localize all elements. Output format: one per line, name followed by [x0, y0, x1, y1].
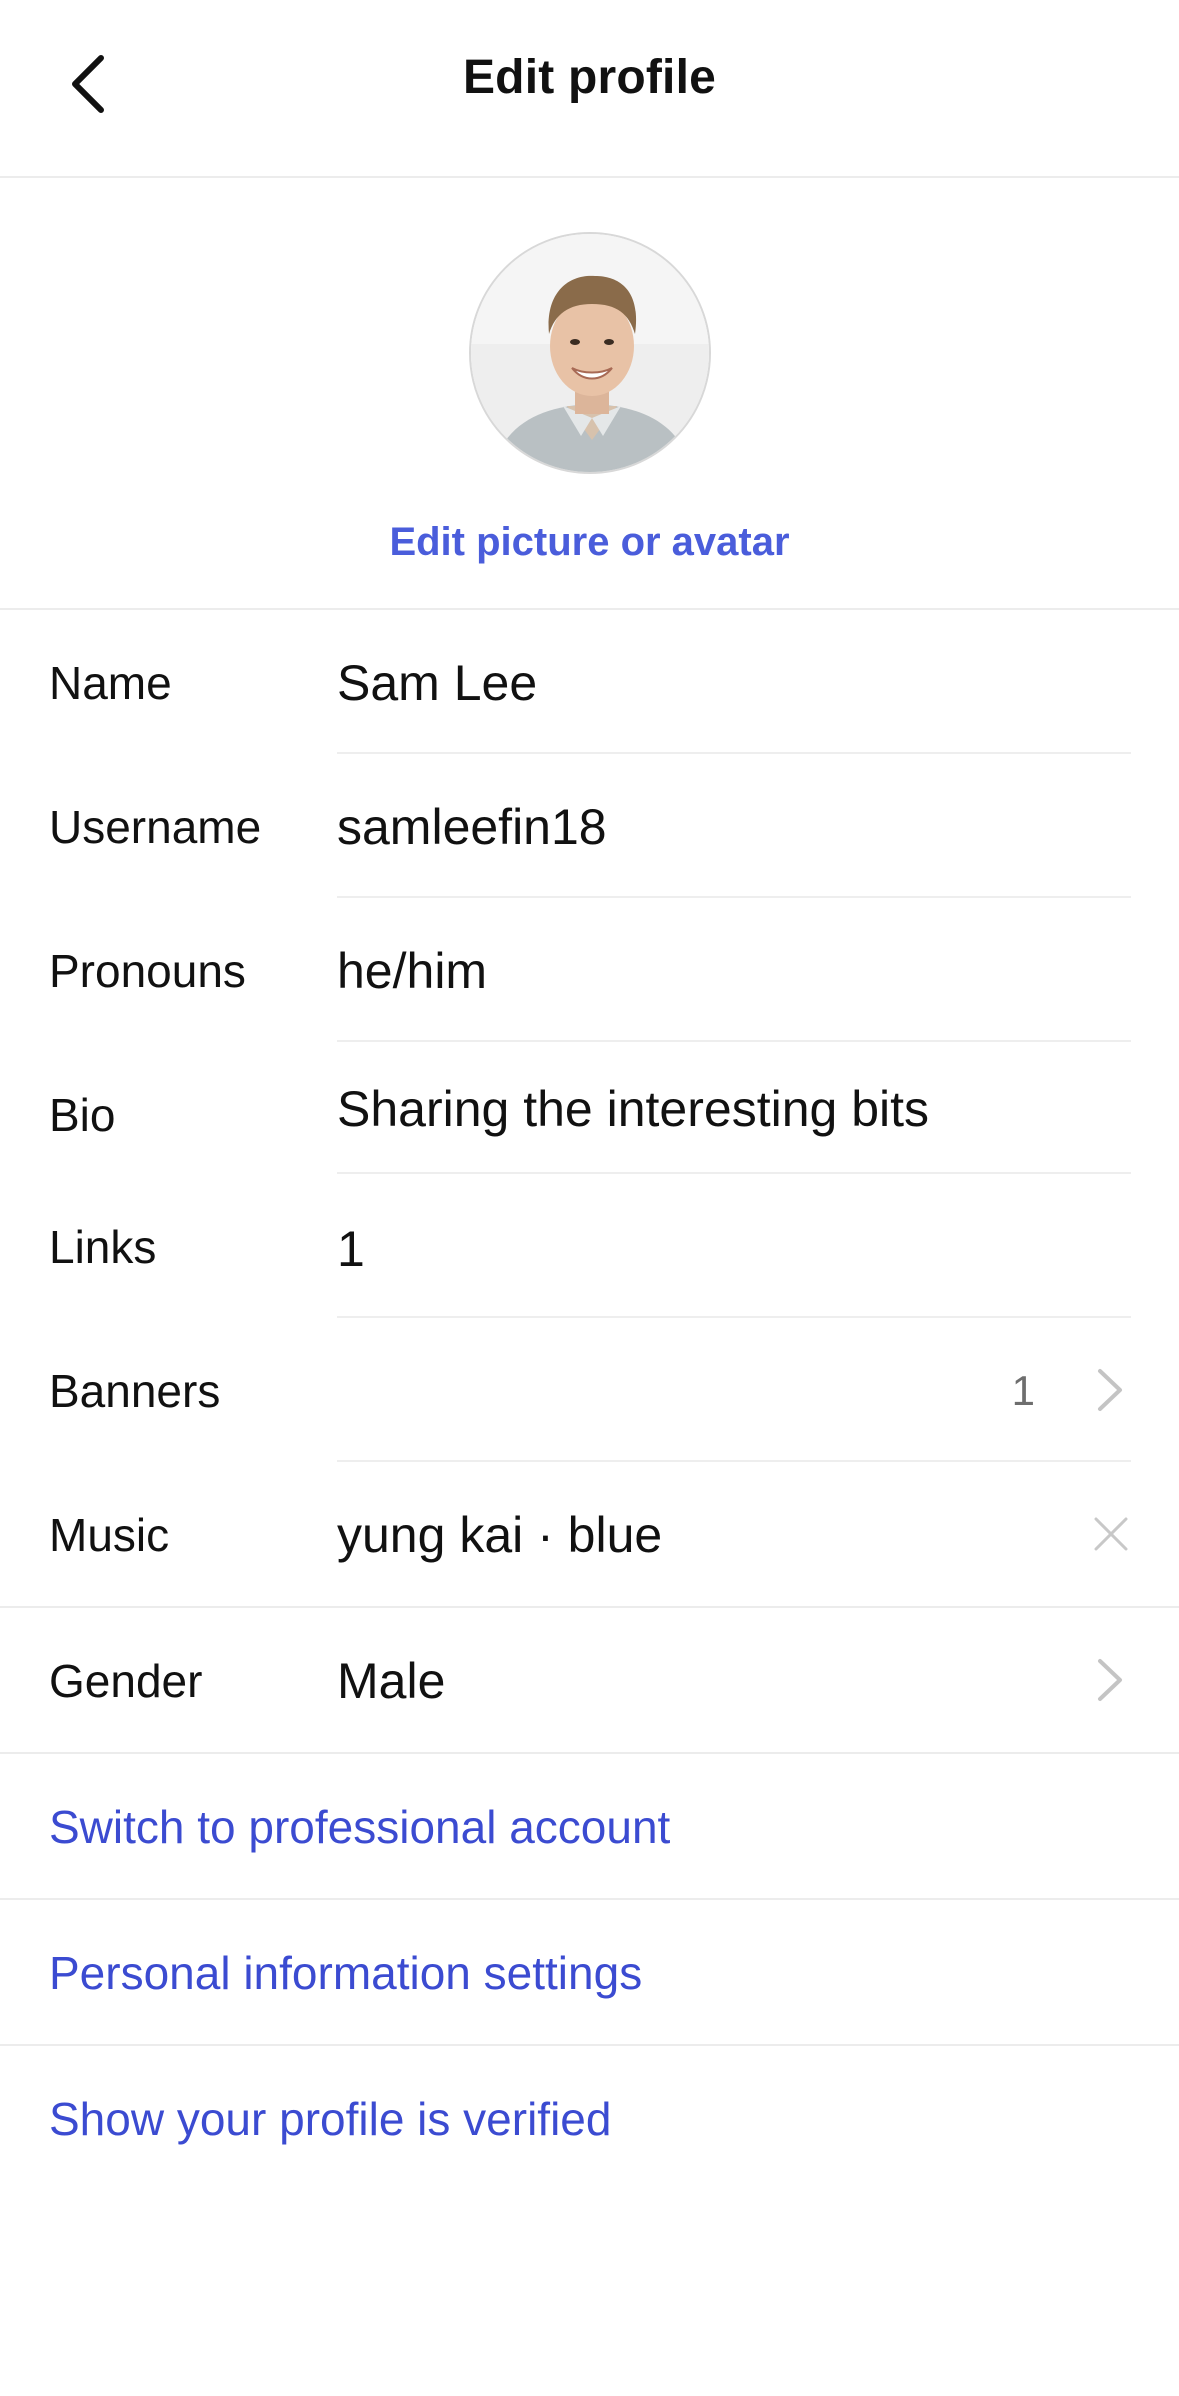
name-label: Name: [49, 657, 172, 709]
music-field[interactable]: Music yung kai · blue: [0, 1462, 1179, 1606]
chevron-right-icon: [1098, 1369, 1122, 1411]
links-field[interactable]: Links 1: [0, 1174, 1179, 1318]
chevron-right-icon: [1098, 1659, 1122, 1701]
avatar[interactable]: [469, 232, 711, 474]
gender-value[interactable]: Male: [337, 1656, 445, 1706]
username-field[interactable]: Username samleefin18: [0, 754, 1179, 898]
profile-photo: [471, 234, 709, 472]
banners-count: 1: [1011, 1367, 1035, 1414]
music-value[interactable]: yung kai · blue: [337, 1510, 662, 1560]
page-title: Edit profile: [462, 51, 717, 104]
pronouns-label: Pronouns: [49, 945, 246, 997]
gender-label: Gender: [49, 1655, 203, 1707]
links-label: Links: [49, 1221, 157, 1273]
username-label: Username: [49, 801, 262, 853]
links-value[interactable]: 1: [337, 1224, 365, 1274]
bio-value[interactable]: Sharing the interesting bits: [337, 1084, 929, 1134]
verified-link[interactable]: Show your profile is verified: [49, 2096, 611, 2142]
bio-label: Bio: [49, 1089, 116, 1141]
name-field[interactable]: Name Sam Lee: [0, 610, 1179, 754]
personal-info-link[interactable]: Personal information settings: [49, 1950, 642, 1996]
name-value[interactable]: Sam Lee: [337, 658, 537, 708]
bio-field[interactable]: Bio Sharing the interesting bits: [0, 1042, 1179, 1174]
edit-picture-button[interactable]: Edit picture or avatar: [0, 520, 1179, 565]
music-label: Music: [49, 1509, 170, 1561]
username-value[interactable]: samleefin18: [337, 802, 607, 852]
gender-field[interactable]: Gender Male: [0, 1608, 1179, 1752]
divider: [0, 2044, 1179, 2046]
banners-label: Banners: [49, 1365, 221, 1417]
pronouns-value[interactable]: he/him: [337, 946, 487, 996]
switch-professional-link[interactable]: Switch to professional account: [49, 1804, 670, 1850]
divider: [0, 1752, 1179, 1754]
divider: [0, 1898, 1179, 1900]
nav-header: Edit profile: [0, 0, 1179, 178]
clear-icon[interactable]: [1093, 1516, 1129, 1552]
pronouns-field[interactable]: Pronouns he/him: [0, 898, 1179, 1042]
banners-field[interactable]: Banners 1: [0, 1318, 1179, 1462]
